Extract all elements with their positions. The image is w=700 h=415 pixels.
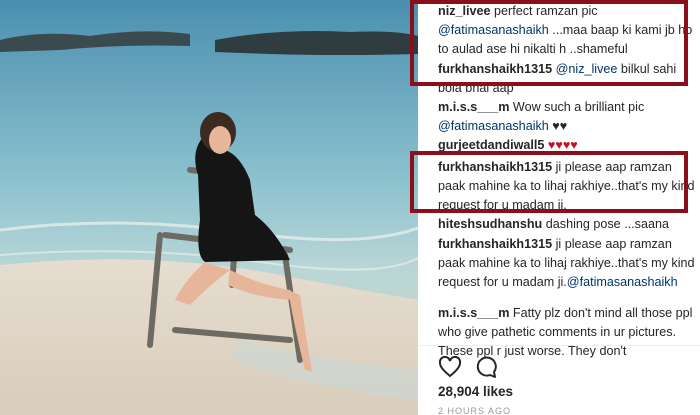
comment-3: m.i.s.s___m Wow such a brilliant pic [438,98,700,117]
like-count[interactable]: 28,904 likes [438,384,513,399]
beach-photo [0,0,418,415]
heart-icon[interactable] [438,355,464,381]
comment-icon[interactable] [474,355,500,381]
comment-6: hiteshsudhanshu dashing pose ...saana [438,215,700,234]
comment-username[interactable]: m.i.s.s___m [438,100,509,114]
comment-mention[interactable]: @fatimasanashaikh [567,275,678,289]
comment-username[interactable]: gurjeetdandiwall5 [438,138,544,152]
comment-mention[interactable]: @fatimasanashaikh [438,119,549,133]
actions-divider [418,345,700,346]
comment-text: Wow such a brilliant pic [512,100,645,114]
comment-7: furkhanshaikh1315 ji please aap ramzan p… [438,235,700,292]
comment-username[interactable]: hiteshsudhanshu [438,217,542,231]
comment-text: ♥♥ [552,119,568,133]
instagram-post: niz_livee perfect ramzan pic @fatimasana… [0,0,700,415]
comment-username[interactable]: m.i.s.s___m [438,306,509,320]
post-photo [0,0,418,415]
highlight-box-2 [410,151,688,213]
comment-3-continued: @fatimasanashaikh ♥♥ [438,117,700,136]
comment-text: ♥♥♥♥ [547,138,578,152]
comment-username[interactable]: furkhanshaikh1315 [438,237,552,251]
highlight-box-1 [410,0,688,86]
comment-8: m.i.s.s___m Fatty plz don't mind all tho… [438,304,700,361]
comment-text: dashing pose ...saana [545,217,669,231]
post-timestamp: 2 HOURS AGO [438,406,512,415]
